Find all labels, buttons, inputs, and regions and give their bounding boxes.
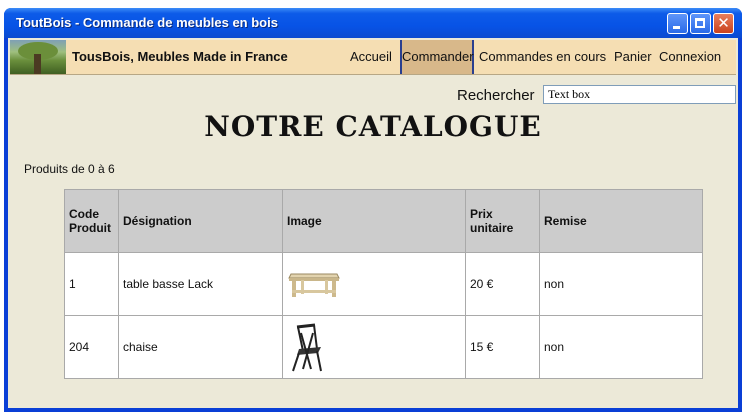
close-button[interactable]: ✕: [713, 13, 734, 34]
title-bar[interactable]: ToutBois - Commande de meubles en bois ✕: [4, 8, 742, 38]
header-remise: Remise: [539, 189, 703, 253]
maximize-icon: [691, 14, 710, 33]
cell-prix: 20 €: [465, 252, 540, 316]
client-area: TousBois, Meubles Made in France Accueil…: [8, 38, 738, 408]
minimize-button[interactable]: [667, 13, 688, 34]
app-window: ToutBois - Commande de meubles en bois ✕…: [4, 8, 742, 412]
header-code: Code Produit: [64, 189, 119, 253]
close-icon: ✕: [717, 14, 730, 32]
brand-name: TousBois, Meubles Made in France: [72, 49, 288, 64]
nav-item-commandes-en-cours[interactable]: Commandes en cours: [479, 40, 606, 74]
cell-remise: non: [539, 315, 703, 379]
cell-designation: table basse Lack: [118, 252, 283, 316]
cell-remise: non: [539, 252, 703, 316]
page-title: NOTRE CATALOGUE: [204, 110, 542, 143]
nav-bar: TousBois, Meubles Made in France Accueil…: [10, 40, 736, 75]
cell-image: [282, 315, 466, 379]
nav-item-connexion[interactable]: Connexion: [659, 40, 721, 74]
window-title: ToutBois - Commande de meubles en bois: [16, 15, 278, 30]
maximize-button[interactable]: [690, 13, 711, 34]
search-label: Rechercher: [457, 87, 535, 104]
coffee-table-icon: [288, 273, 340, 297]
header-prix: Prix unitaire: [465, 189, 540, 253]
minimize-icon: [668, 14, 687, 33]
cell-image: [282, 252, 466, 316]
catalog-table: Code Produit Désignation Image Prix unit…: [64, 189, 703, 379]
table-row[interactable]: 1 table basse Lack 20 € non: [64, 252, 703, 316]
cell-designation: chaise: [118, 315, 283, 379]
table-header-row: Code Produit Désignation Image Prix unit…: [64, 189, 703, 253]
search-input[interactable]: [543, 85, 736, 104]
header-image: Image: [282, 189, 466, 253]
table-row[interactable]: 204 chaise 15 € non: [64, 315, 703, 379]
cell-code: 204: [64, 315, 119, 379]
product-count: Produits de 0 à 6: [24, 162, 115, 176]
nav-item-accueil[interactable]: Accueil: [350, 40, 392, 74]
header-designation: Désignation: [118, 189, 283, 253]
cell-code: 1: [64, 252, 119, 316]
cell-prix: 15 €: [465, 315, 540, 379]
tree-logo-icon: [10, 40, 66, 74]
nav-item-panier[interactable]: Panier: [614, 40, 652, 74]
folding-chair-icon: [292, 323, 322, 372]
nav-item-commander[interactable]: Commander: [400, 40, 474, 74]
